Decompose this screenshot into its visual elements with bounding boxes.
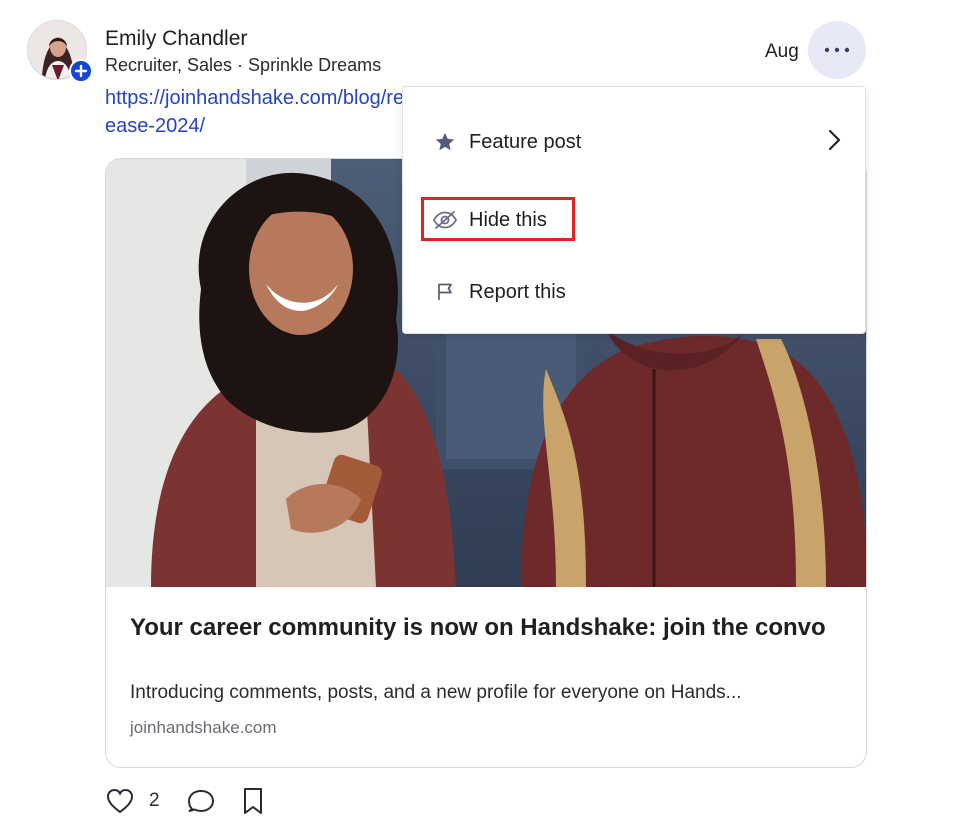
post-actions: 2	[105, 786, 266, 816]
follow-plus-icon[interactable]	[69, 59, 93, 83]
menu-item-label: Report this	[469, 280, 566, 303]
highlight-box	[421, 197, 575, 241]
menu-item-feature-post[interactable]: Feature post	[403, 116, 865, 168]
star-icon	[431, 131, 459, 153]
like-count: 2	[149, 790, 160, 811]
ellipsis-icon	[824, 47, 850, 53]
heart-icon	[106, 788, 134, 814]
bookmark-icon	[243, 788, 262, 814]
menu-item-label: Feature post	[469, 130, 582, 153]
more-options-button[interactable]	[808, 21, 866, 79]
author-name[interactable]: Emily Chandler	[105, 26, 247, 52]
flag-icon	[431, 282, 459, 302]
comment-button[interactable]	[186, 787, 216, 815]
author-avatar[interactable]	[27, 20, 93, 83]
card-description: Introducing comments, posts, and a new p…	[130, 682, 742, 703]
author-subtitle: Recruiter, Sales · Sprinkle Dreams	[105, 55, 382, 75]
like-button[interactable]: 2	[105, 787, 160, 815]
post-link[interactable]: https://joinhandshake.com/blog/release-2…	[105, 84, 415, 140]
post-date: Aug	[765, 41, 799, 62]
card-domain: joinhandshake.com	[130, 718, 277, 737]
comment-icon	[187, 790, 214, 812]
post-options-menu: Feature post Hide this Report this	[402, 86, 866, 334]
chevron-right-icon	[827, 129, 841, 156]
card-title: Your career community is now on Handshak…	[130, 614, 826, 641]
menu-item-report-this[interactable]: Report this	[403, 266, 865, 318]
save-button[interactable]	[240, 786, 266, 816]
